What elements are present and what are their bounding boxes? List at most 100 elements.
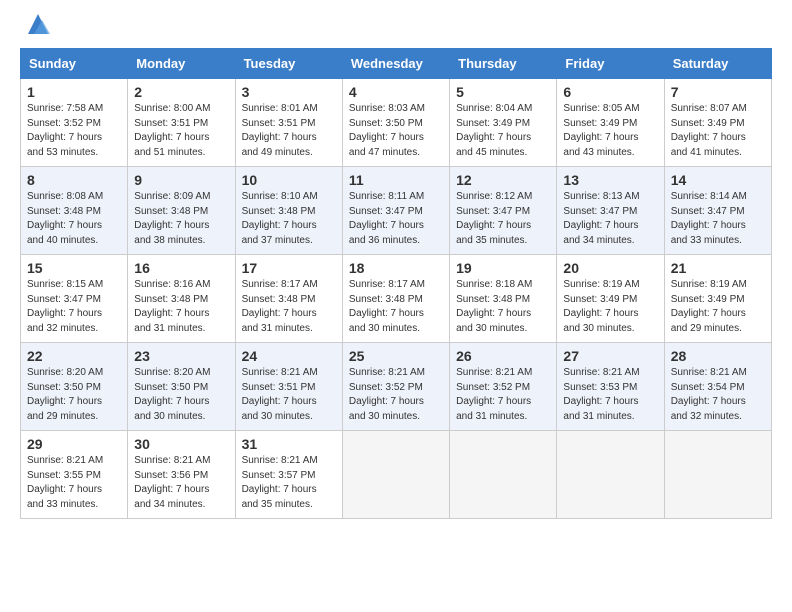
day-info: Sunrise: 8:21 AMSunset: 3:55 PMDaylight:…: [27, 455, 103, 510]
calendar-cell: 31 Sunrise: 8:21 AMSunset: 3:57 PMDaylig…: [235, 431, 342, 519]
day-info: Sunrise: 8:04 AMSunset: 3:49 PMDaylight:…: [456, 103, 532, 158]
col-header-sunday: Sunday: [21, 49, 128, 79]
day-info: Sunrise: 8:03 AMSunset: 3:50 PMDaylight:…: [349, 103, 425, 158]
calendar-cell: 12 Sunrise: 8:12 AMSunset: 3:47 PMDaylig…: [450, 167, 557, 255]
header: [20, 16, 772, 38]
col-header-wednesday: Wednesday: [342, 49, 449, 79]
calendar-cell: 19 Sunrise: 8:18 AMSunset: 3:48 PMDaylig…: [450, 255, 557, 343]
calendar-cell: 23 Sunrise: 8:20 AMSunset: 3:50 PMDaylig…: [128, 343, 235, 431]
calendar-cell: 29 Sunrise: 8:21 AMSunset: 3:55 PMDaylig…: [21, 431, 128, 519]
day-info: Sunrise: 8:00 AMSunset: 3:51 PMDaylight:…: [134, 103, 210, 158]
calendar-cell: 26 Sunrise: 8:21 AMSunset: 3:52 PMDaylig…: [450, 343, 557, 431]
day-number: 25: [349, 348, 443, 364]
day-number: 8: [27, 172, 121, 188]
col-header-tuesday: Tuesday: [235, 49, 342, 79]
col-header-monday: Monday: [128, 49, 235, 79]
day-number: 6: [563, 84, 657, 100]
day-number: 20: [563, 260, 657, 276]
calendar-week-3: 15 Sunrise: 8:15 AMSunset: 3:47 PMDaylig…: [21, 255, 772, 343]
day-number: 5: [456, 84, 550, 100]
day-info: Sunrise: 8:07 AMSunset: 3:49 PMDaylight:…: [671, 103, 747, 158]
calendar-cell: [664, 431, 771, 519]
day-info: Sunrise: 8:09 AMSunset: 3:48 PMDaylight:…: [134, 191, 210, 246]
day-info: Sunrise: 8:17 AMSunset: 3:48 PMDaylight:…: [349, 279, 425, 334]
day-info: Sunrise: 8:08 AMSunset: 3:48 PMDaylight:…: [27, 191, 103, 246]
day-number: 16: [134, 260, 228, 276]
day-info: Sunrise: 8:21 AMSunset: 3:56 PMDaylight:…: [134, 455, 210, 510]
day-info: Sunrise: 8:21 AMSunset: 3:52 PMDaylight:…: [349, 367, 425, 422]
logo-icon: [24, 10, 52, 38]
day-info: Sunrise: 8:10 AMSunset: 3:48 PMDaylight:…: [242, 191, 318, 246]
day-number: 1: [27, 84, 121, 100]
day-number: 14: [671, 172, 765, 188]
calendar-cell: 21 Sunrise: 8:19 AMSunset: 3:49 PMDaylig…: [664, 255, 771, 343]
day-info: Sunrise: 8:21 AMSunset: 3:51 PMDaylight:…: [242, 367, 318, 422]
day-number: 27: [563, 348, 657, 364]
day-info: Sunrise: 8:21 AMSunset: 3:57 PMDaylight:…: [242, 455, 318, 510]
calendar-cell: 30 Sunrise: 8:21 AMSunset: 3:56 PMDaylig…: [128, 431, 235, 519]
calendar-cell: 18 Sunrise: 8:17 AMSunset: 3:48 PMDaylig…: [342, 255, 449, 343]
calendar-week-1: 1 Sunrise: 7:58 AMSunset: 3:52 PMDayligh…: [21, 79, 772, 167]
day-number: 26: [456, 348, 550, 364]
calendar-cell: 7 Sunrise: 8:07 AMSunset: 3:49 PMDayligh…: [664, 79, 771, 167]
day-info: Sunrise: 8:16 AMSunset: 3:48 PMDaylight:…: [134, 279, 210, 334]
day-number: 21: [671, 260, 765, 276]
day-info: Sunrise: 8:19 AMSunset: 3:49 PMDaylight:…: [563, 279, 639, 334]
day-info: Sunrise: 8:18 AMSunset: 3:48 PMDaylight:…: [456, 279, 532, 334]
day-number: 22: [27, 348, 121, 364]
day-info: Sunrise: 8:14 AMSunset: 3:47 PMDaylight:…: [671, 191, 747, 246]
day-number: 30: [134, 436, 228, 452]
day-number: 29: [27, 436, 121, 452]
col-header-friday: Friday: [557, 49, 664, 79]
day-info: Sunrise: 8:15 AMSunset: 3:47 PMDaylight:…: [27, 279, 103, 334]
day-number: 31: [242, 436, 336, 452]
day-info: Sunrise: 8:05 AMSunset: 3:49 PMDaylight:…: [563, 103, 639, 158]
calendar-cell: [450, 431, 557, 519]
col-header-saturday: Saturday: [664, 49, 771, 79]
day-number: 23: [134, 348, 228, 364]
day-number: 4: [349, 84, 443, 100]
calendar-cell: 4 Sunrise: 8:03 AMSunset: 3:50 PMDayligh…: [342, 79, 449, 167]
calendar-cell: 2 Sunrise: 8:00 AMSunset: 3:51 PMDayligh…: [128, 79, 235, 167]
day-info: Sunrise: 8:19 AMSunset: 3:49 PMDaylight:…: [671, 279, 747, 334]
day-info: Sunrise: 8:01 AMSunset: 3:51 PMDaylight:…: [242, 103, 318, 158]
calendar-cell: 16 Sunrise: 8:16 AMSunset: 3:48 PMDaylig…: [128, 255, 235, 343]
day-info: Sunrise: 8:13 AMSunset: 3:47 PMDaylight:…: [563, 191, 639, 246]
day-number: 28: [671, 348, 765, 364]
day-info: Sunrise: 8:21 AMSunset: 3:54 PMDaylight:…: [671, 367, 747, 422]
calendar-week-2: 8 Sunrise: 8:08 AMSunset: 3:48 PMDayligh…: [21, 167, 772, 255]
day-number: 13: [563, 172, 657, 188]
calendar-cell: 8 Sunrise: 8:08 AMSunset: 3:48 PMDayligh…: [21, 167, 128, 255]
calendar-cell: 20 Sunrise: 8:19 AMSunset: 3:49 PMDaylig…: [557, 255, 664, 343]
day-info: Sunrise: 8:20 AMSunset: 3:50 PMDaylight:…: [134, 367, 210, 422]
calendar-cell: 10 Sunrise: 8:10 AMSunset: 3:48 PMDaylig…: [235, 167, 342, 255]
calendar-cell: 15 Sunrise: 8:15 AMSunset: 3:47 PMDaylig…: [21, 255, 128, 343]
calendar-week-5: 29 Sunrise: 8:21 AMSunset: 3:55 PMDaylig…: [21, 431, 772, 519]
day-info: Sunrise: 8:11 AMSunset: 3:47 PMDaylight:…: [349, 191, 424, 246]
calendar-cell: [557, 431, 664, 519]
day-number: 10: [242, 172, 336, 188]
calendar-cell: 17 Sunrise: 8:17 AMSunset: 3:48 PMDaylig…: [235, 255, 342, 343]
day-number: 15: [27, 260, 121, 276]
day-info: Sunrise: 8:12 AMSunset: 3:47 PMDaylight:…: [456, 191, 532, 246]
day-info: Sunrise: 7:58 AMSunset: 3:52 PMDaylight:…: [27, 103, 103, 158]
col-header-thursday: Thursday: [450, 49, 557, 79]
calendar-table: SundayMondayTuesdayWednesdayThursdayFrid…: [20, 48, 772, 519]
calendar-cell: 25 Sunrise: 8:21 AMSunset: 3:52 PMDaylig…: [342, 343, 449, 431]
day-number: 24: [242, 348, 336, 364]
day-number: 9: [134, 172, 228, 188]
day-number: 7: [671, 84, 765, 100]
calendar-cell: 27 Sunrise: 8:21 AMSunset: 3:53 PMDaylig…: [557, 343, 664, 431]
calendar-cell: 9 Sunrise: 8:09 AMSunset: 3:48 PMDayligh…: [128, 167, 235, 255]
header-row: SundayMondayTuesdayWednesdayThursdayFrid…: [21, 49, 772, 79]
day-info: Sunrise: 8:20 AMSunset: 3:50 PMDaylight:…: [27, 367, 103, 422]
calendar-cell: 22 Sunrise: 8:20 AMSunset: 3:50 PMDaylig…: [21, 343, 128, 431]
day-number: 17: [242, 260, 336, 276]
day-info: Sunrise: 8:21 AMSunset: 3:52 PMDaylight:…: [456, 367, 532, 422]
day-number: 2: [134, 84, 228, 100]
calendar-cell: 28 Sunrise: 8:21 AMSunset: 3:54 PMDaylig…: [664, 343, 771, 431]
day-number: 12: [456, 172, 550, 188]
calendar-cell: 24 Sunrise: 8:21 AMSunset: 3:51 PMDaylig…: [235, 343, 342, 431]
day-info: Sunrise: 8:21 AMSunset: 3:53 PMDaylight:…: [563, 367, 639, 422]
day-number: 3: [242, 84, 336, 100]
